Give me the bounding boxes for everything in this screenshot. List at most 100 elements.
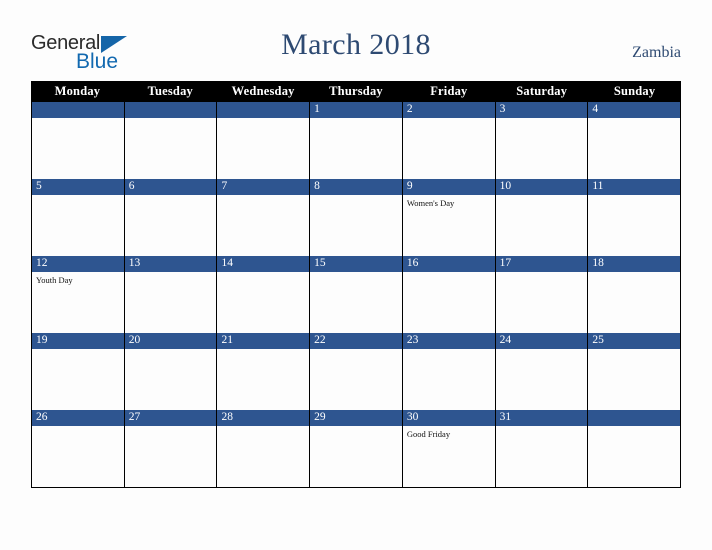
day-number-bar: 28 (217, 410, 310, 426)
day-number-bar: 6 (124, 179, 217, 195)
day-events (496, 195, 588, 198)
day-number: 17 (499, 257, 512, 270)
calendar-day-cell[interactable]: 22 (310, 333, 403, 410)
calendar-day-cell[interactable]: 7 (217, 179, 311, 256)
calendar-day-cell[interactable] (32, 102, 125, 179)
day-events (32, 195, 124, 198)
day-number: 3 (499, 103, 506, 116)
calendar-day-cell[interactable]: 5 (32, 179, 125, 256)
calendar-day-cell[interactable]: 21 (217, 333, 311, 410)
calendar-week-row: 1 2 3 4 (31, 102, 682, 179)
weekday-header-sunday: Sunday (613, 84, 656, 98)
day-number: 19 (36, 334, 48, 347)
day-number-bar: 1 (310, 102, 402, 118)
calendar-day-cell[interactable]: 8 (310, 179, 403, 256)
day-events (310, 195, 402, 198)
day-number: 26 (36, 411, 48, 424)
calendar-day-cell[interactable] (124, 102, 218, 179)
day-number-bar: 14 (217, 256, 310, 272)
day-number-bar: 22 (310, 333, 402, 349)
day-number: 2 (406, 103, 413, 116)
calendar-week-row: 12 Youth Day 13 14 15 16 17 18 (31, 256, 682, 333)
calendar-day-cell[interactable]: 15 (310, 256, 403, 333)
calendar-day-cell[interactable]: 28 (217, 410, 311, 487)
calendar-day-cell[interactable]: 10 (495, 179, 589, 256)
calendar-day-cell[interactable]: 2 (402, 102, 496, 179)
calendar-week-row: 19 20 21 22 23 24 25 (31, 333, 682, 410)
weekday-header-thursday: Thursday (329, 84, 383, 98)
calendar-day-cell[interactable]: 9 Women's Day (402, 179, 496, 256)
calendar-day-cell[interactable]: 20 (124, 333, 218, 410)
calendar-day-cell[interactable]: 18 (588, 256, 682, 333)
day-events (496, 426, 588, 429)
day-events (588, 195, 680, 198)
calendar-day-cell[interactable]: 14 (217, 256, 311, 333)
day-number: 24 (499, 334, 512, 347)
day-number-bar: 5 (32, 179, 124, 195)
calendar-day-cell[interactable]: 25 (588, 333, 682, 410)
calendar-day-cell[interactable]: 16 (402, 256, 496, 333)
day-number: 6 (128, 180, 135, 193)
day-events (588, 272, 680, 275)
calendar-week-row: 26 27 28 29 30 Good Friday 31 (31, 410, 682, 488)
day-number: 21 (221, 334, 233, 347)
day-number-bar: 16 (402, 256, 495, 272)
day-events (310, 118, 402, 121)
day-number-bar: 11 (588, 179, 681, 195)
day-number: 12 (36, 257, 48, 270)
day-number-bar: 2 (402, 102, 495, 118)
calendar-day-cell[interactable] (588, 410, 682, 487)
day-events (496, 349, 588, 352)
day-number-bar: 26 (32, 410, 124, 426)
day-number: 11 (592, 180, 604, 193)
calendar-day-cell[interactable]: 17 (495, 256, 589, 333)
day-number-bar: 12 (32, 256, 124, 272)
day-number-bar: 30 (402, 410, 495, 426)
day-events (217, 426, 309, 429)
day-number: 8 (314, 180, 320, 193)
calendar-day-cell[interactable]: 27 (124, 410, 218, 487)
day-number: 16 (406, 257, 419, 270)
calendar-day-cell[interactable]: 11 (588, 179, 682, 256)
calendar-day-cell[interactable]: 19 (32, 333, 125, 410)
calendar-day-cell[interactable]: 3 (495, 102, 589, 179)
calendar-day-cell[interactable]: 30 Good Friday (402, 410, 496, 487)
calendar-day-cell[interactable]: 12 Youth Day (32, 256, 125, 333)
holiday-label: Good Friday (406, 429, 451, 439)
day-events (496, 272, 588, 275)
day-events (32, 426, 124, 429)
day-events (125, 426, 217, 429)
calendar-day-cell[interactable]: 13 (124, 256, 218, 333)
country-label: Zambia (632, 44, 681, 61)
calendar-day-cell[interactable]: 31 (495, 410, 589, 487)
day-events (310, 272, 402, 275)
day-number: 10 (499, 180, 512, 193)
day-number-bar: 25 (588, 333, 681, 349)
day-events (496, 118, 588, 121)
day-number: 27 (128, 411, 141, 424)
day-number-bar: 10 (495, 179, 588, 195)
day-number-bar: 3 (495, 102, 588, 118)
day-number: 4 (592, 103, 599, 116)
day-number: 14 (221, 257, 233, 270)
calendar-day-cell[interactable]: 6 (124, 179, 218, 256)
day-number: 18 (592, 257, 604, 270)
calendar-day-cell[interactable] (217, 102, 311, 179)
calendar-day-cell[interactable]: 29 (310, 410, 403, 487)
calendar-day-cell[interactable]: 1 (310, 102, 403, 179)
calendar-day-cell[interactable]: 23 (402, 333, 496, 410)
day-number-bar: 17 (495, 256, 588, 272)
day-events (310, 349, 402, 352)
day-events (588, 426, 680, 429)
calendar-day-cell[interactable]: 4 (588, 102, 682, 179)
day-number: 29 (314, 411, 326, 424)
calendar-day-cell[interactable]: 24 (495, 333, 589, 410)
day-number: 23 (406, 334, 419, 347)
day-number: 7 (221, 180, 228, 193)
calendar-day-cell[interactable]: 26 (32, 410, 125, 487)
day-events (217, 349, 309, 352)
weekday-header-tuesday: Tuesday (147, 84, 193, 98)
day-number: 25 (592, 334, 604, 347)
day-number-bar: 21 (217, 333, 310, 349)
day-events (588, 349, 680, 352)
